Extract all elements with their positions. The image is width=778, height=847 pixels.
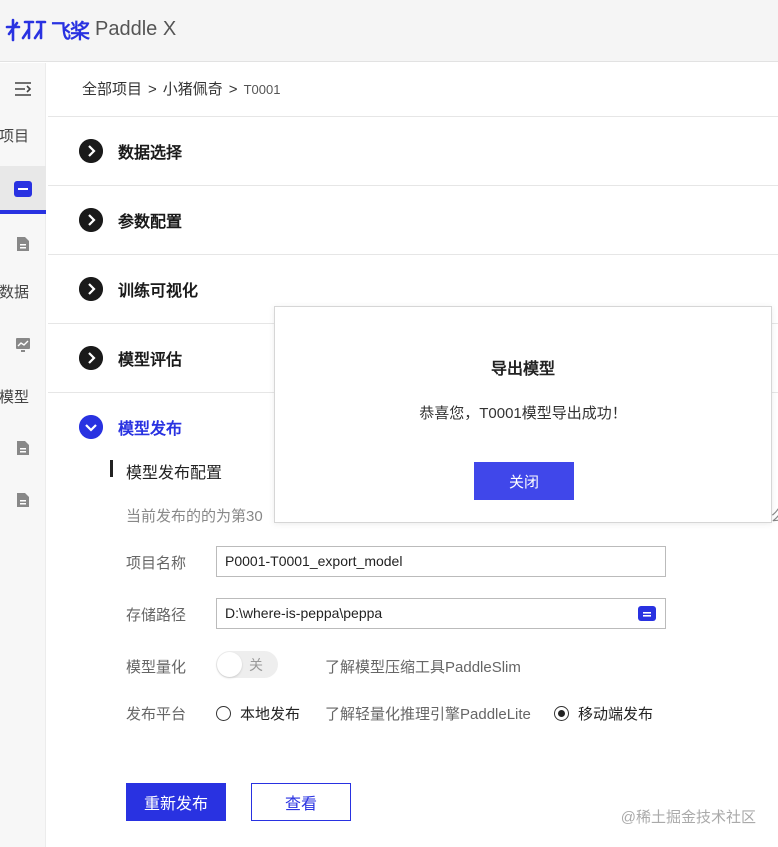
- folder-browse-icon[interactable]: [638, 605, 656, 621]
- dialog-title: 导出模型: [490, 361, 555, 378]
- chevron-right-icon: [79, 139, 103, 163]
- chart-icon: [16, 338, 30, 352]
- breadcrumb-project[interactable]: 小猪佩奇: [163, 81, 223, 98]
- folder-icon: [14, 180, 32, 197]
- breadcrumb-task: T0001: [243, 82, 281, 97]
- paddle-logo-mark-icon: [5, 18, 47, 42]
- storage-path-input[interactable]: D:\where-is-peppa\peppa: [216, 598, 666, 629]
- storage-path-label: 存储路径: [126, 607, 187, 624]
- paddle-logo[interactable]: 飞桨 Paddle X: [4, 13, 176, 45]
- radio-mobile-publish[interactable]: 移动端发布: [554, 703, 653, 724]
- export-success-dialog: 导出模型 恭喜您，T0001模型导出成功！ 关闭: [274, 306, 772, 523]
- radio-indicator: [216, 706, 231, 721]
- sidebar: 项目 数据 模型: [0, 63, 46, 847]
- chevron-right-icon: [79, 346, 103, 370]
- sidebar-item-data[interactable]: 数据: [0, 275, 46, 307]
- sidebar-label-data: 数据: [0, 283, 29, 301]
- sidebar-item-projects[interactable]: 项目: [0, 119, 46, 151]
- publish-config-subtitle: 模型发布配置: [110, 459, 222, 483]
- toggle-state-text: 关: [249, 657, 263, 673]
- sidebar-label-models: 模型: [0, 388, 29, 406]
- breadcrumb-all-projects[interactable]: 全部项目: [82, 81, 142, 98]
- radio-local-publish[interactable]: 本地发布: [216, 703, 300, 724]
- sidebar-collapse-button[interactable]: [0, 75, 46, 103]
- sidebar-item-project-files[interactable]: [0, 166, 46, 211]
- section-title: 模型评估: [118, 352, 183, 369]
- sidebar-item-models[interactable]: 模型: [0, 380, 46, 412]
- platform-label: 发布平台: [126, 706, 187, 723]
- document-icon: [17, 237, 29, 251]
- chevron-down-icon: [79, 415, 103, 439]
- sidebar-item-doc-3[interactable]: [0, 485, 46, 515]
- section-title: 参数配置: [118, 214, 183, 231]
- logo-english-text: Paddle X: [95, 17, 177, 40]
- toggle-knob: [217, 652, 242, 677]
- quantize-label: 模型量化: [126, 659, 187, 676]
- section-title: 模型发布: [118, 421, 183, 438]
- section-param-config[interactable]: 参数配置: [48, 186, 778, 255]
- sidebar-active-indicator: [0, 210, 46, 214]
- paddleslim-link[interactable]: 了解模型压缩工具PaddleSlim: [325, 656, 521, 677]
- radio-label: 移动端发布: [578, 706, 654, 723]
- chevron-right-icon: [79, 277, 103, 301]
- chevron-right-icon: [79, 208, 103, 232]
- top-bar: 飞桨 Paddle X: [0, 0, 778, 62]
- dialog-close-button[interactable]: 关闭: [474, 462, 574, 500]
- radio-label: 本地发布: [240, 706, 301, 723]
- project-name-label: 项目名称: [126, 555, 187, 572]
- section-title: 数据选择: [118, 145, 183, 162]
- sidebar-item-doc-2[interactable]: [0, 433, 46, 463]
- project-name-value: P0001-T0001_export_model: [225, 553, 403, 569]
- project-name-input[interactable]: P0001-T0001_export_model: [216, 546, 666, 577]
- sidebar-label-projects: 项目: [0, 127, 29, 145]
- document-icon: [17, 441, 29, 455]
- section-data-selection[interactable]: 数据选择: [48, 117, 778, 186]
- quantize-toggle[interactable]: 关: [216, 651, 278, 678]
- menu-collapse-icon: [15, 82, 32, 96]
- radio-indicator-selected: [554, 706, 569, 721]
- breadcrumb-separator: >: [148, 81, 157, 98]
- section-title: 训练可视化: [118, 283, 199, 300]
- sidebar-item-doc-1[interactable]: [0, 229, 46, 259]
- storage-path-value: D:\where-is-peppa\peppa: [225, 605, 383, 621]
- watermark-text: @稀土掘金技术社区: [620, 809, 756, 826]
- breadcrumb-separator: >: [228, 81, 238, 98]
- breadcrumb: 全部项目 > 小猪佩奇 > T0001: [82, 78, 280, 99]
- dialog-message: 恭喜您，T0001模型导出成功！: [419, 405, 627, 422]
- view-button[interactable]: 查看: [251, 783, 351, 821]
- logo-chinese-text: 飞桨: [51, 20, 90, 43]
- document-icon: [17, 493, 29, 507]
- paddlelite-link[interactable]: 了解轻量化推理引擎PaddleLite: [325, 703, 531, 724]
- publish-info-text: 当前发布的的为第30: [126, 508, 263, 525]
- sidebar-item-chart[interactable]: [0, 330, 46, 360]
- publish-info-tail: 么: [771, 505, 778, 526]
- republish-button[interactable]: 重新发布: [126, 783, 226, 821]
